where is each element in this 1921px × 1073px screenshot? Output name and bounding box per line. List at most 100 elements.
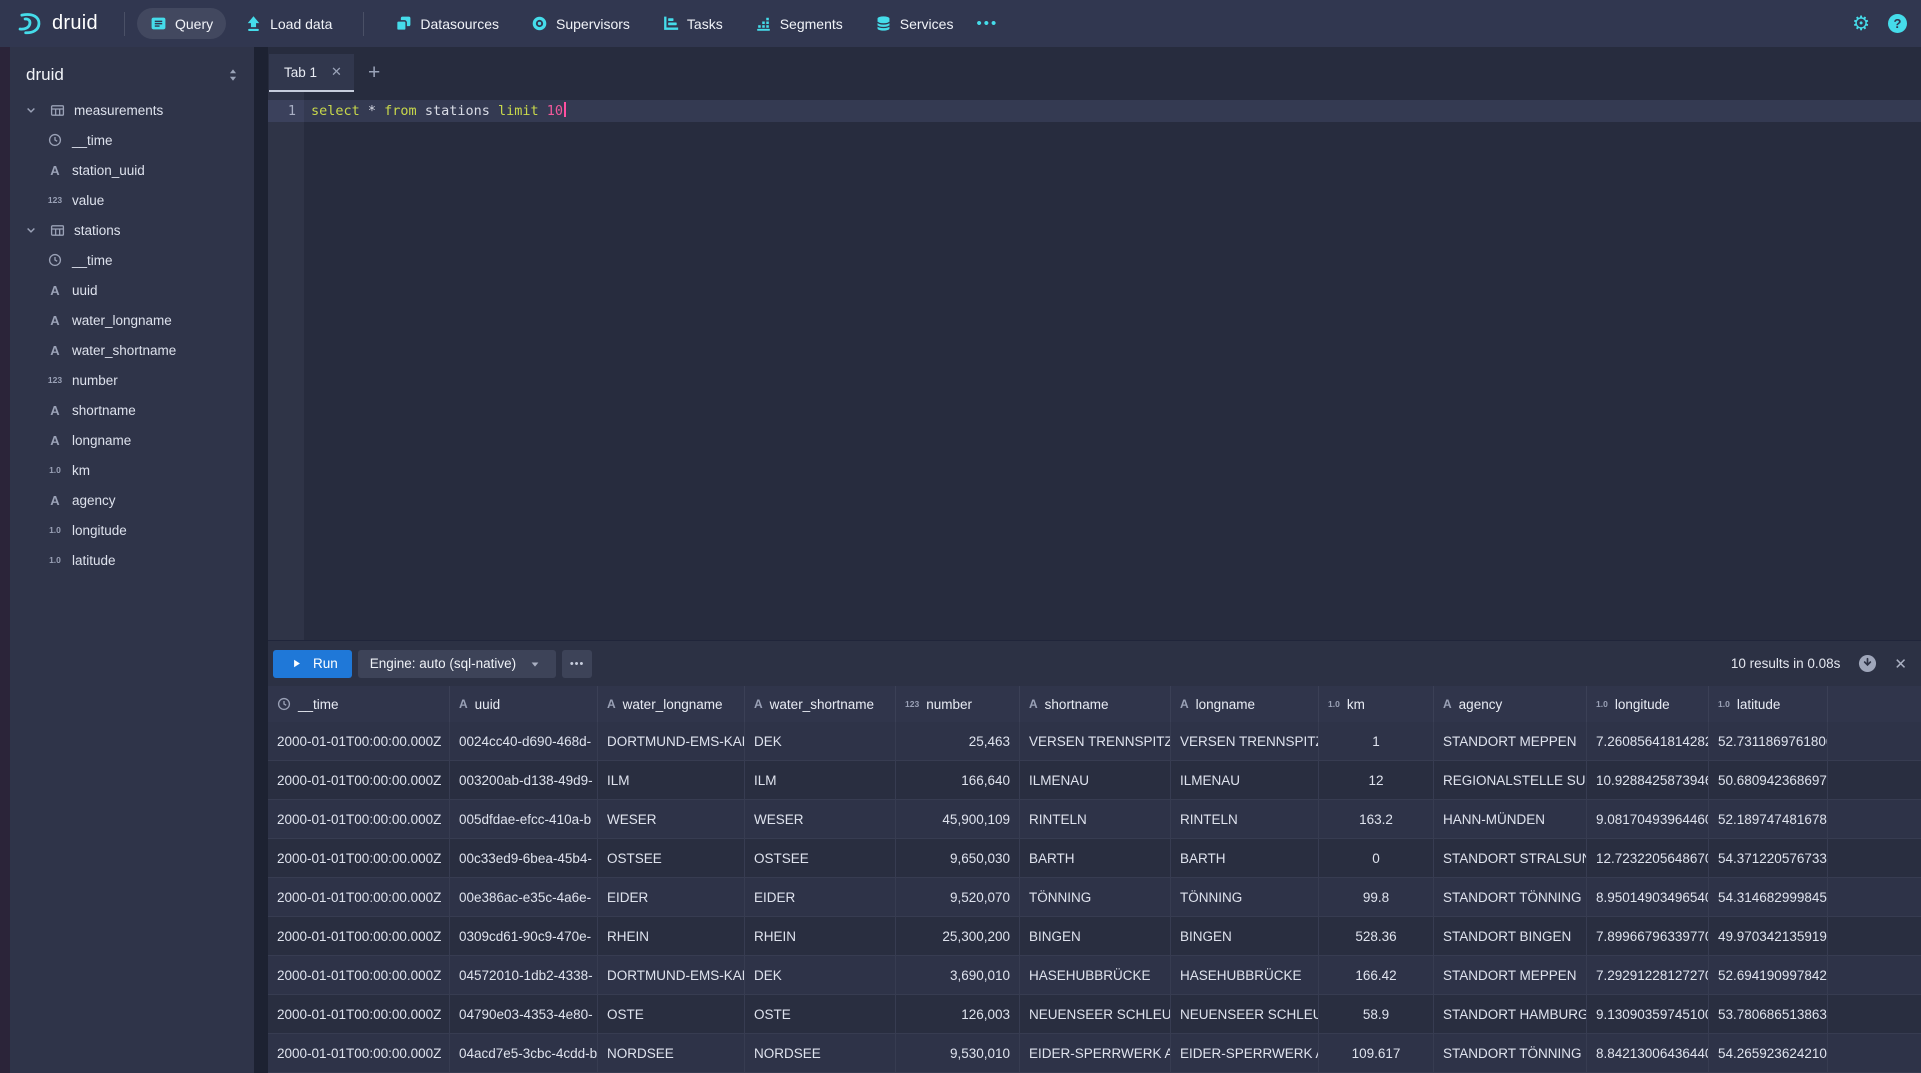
cell-latitude[interactable]: 53.7806865138635 bbox=[1709, 995, 1828, 1034]
column-header-km[interactable]: 1.0km bbox=[1319, 686, 1434, 722]
cell-__time[interactable]: 2000-01-01T00:00:00.000Z bbox=[268, 839, 450, 878]
tree-column-value[interactable]: 123value bbox=[10, 185, 254, 215]
download-icon[interactable] bbox=[1858, 654, 1877, 673]
cell-water_longname[interactable]: NORDSEE bbox=[598, 1034, 745, 1073]
cell-number[interactable]: 9,520,070 bbox=[896, 878, 1020, 917]
cell-km[interactable]: 1 bbox=[1319, 722, 1434, 761]
nav-item-segments[interactable]: Segments bbox=[742, 8, 856, 39]
cell-uuid[interactable]: 00c33ed9-6bea-45b4- bbox=[450, 839, 598, 878]
cell-uuid[interactable]: 0309cd61-90c9-470e- bbox=[450, 917, 598, 956]
cell-latitude[interactable]: 54.3712205767335 bbox=[1709, 839, 1828, 878]
chevron-down-icon[interactable] bbox=[22, 224, 40, 236]
column-header-uuid[interactable]: Auuid bbox=[450, 686, 598, 722]
nav-item-tasks[interactable]: Tasks bbox=[649, 8, 736, 39]
cell-__time[interactable]: 2000-01-01T00:00:00.000Z bbox=[268, 956, 450, 995]
cell-agency[interactable]: STANDORT MEPPEN bbox=[1434, 956, 1587, 995]
column-header-number[interactable]: 123number bbox=[896, 686, 1020, 722]
cell-water_longname[interactable]: DORTMUND-EMS-KANAL bbox=[598, 722, 745, 761]
cell-number[interactable]: 25,463 bbox=[896, 722, 1020, 761]
druid-brand[interactable]: druid bbox=[16, 10, 98, 37]
column-header-shortname[interactable]: Ashortname bbox=[1020, 686, 1171, 722]
column-header-agency[interactable]: Aagency bbox=[1434, 686, 1587, 722]
cell-latitude[interactable]: 54.3146829998455 bbox=[1709, 878, 1828, 917]
column-header-water_shortname[interactable]: Awater_shortname bbox=[745, 686, 896, 722]
tab-tab1[interactable]: Tab 1 ✕ bbox=[269, 54, 354, 92]
tree-column-number[interactable]: 123number bbox=[10, 365, 254, 395]
cell-km[interactable]: 109.617 bbox=[1319, 1034, 1434, 1073]
cell-water_shortname[interactable]: OSTSEE bbox=[745, 839, 896, 878]
cell-shortname[interactable]: EIDER-SPERRWERK AP bbox=[1020, 1034, 1171, 1073]
cell-agency[interactable]: STANDORT HAMBURG bbox=[1434, 995, 1587, 1034]
double-caret-sort-icon[interactable] bbox=[226, 68, 240, 82]
cell-agency[interactable]: REGIONALSTELLE SUHL bbox=[1434, 761, 1587, 800]
cell-longname[interactable]: EIDER-SPERRWERK AP bbox=[1171, 1034, 1319, 1073]
cell-water_longname[interactable]: RHEIN bbox=[598, 917, 745, 956]
column-header-longitude[interactable]: 1.0longitude bbox=[1587, 686, 1709, 722]
cell-__time[interactable]: 2000-01-01T00:00:00.000Z bbox=[268, 1034, 450, 1073]
cell-shortname[interactable]: HASEHUBBRÜCKE bbox=[1020, 956, 1171, 995]
cell-__time[interactable]: 2000-01-01T00:00:00.000Z bbox=[268, 995, 450, 1034]
cell-shortname[interactable]: ILMENAU bbox=[1020, 761, 1171, 800]
cell-longitude[interactable]: 7.26085641814282 bbox=[1587, 722, 1709, 761]
cell-water_longname[interactable]: DORTMUND-EMS-KANAL bbox=[598, 956, 745, 995]
cell-longname[interactable]: HASEHUBBRÜCKE bbox=[1171, 956, 1319, 995]
cell-latitude[interactable]: 49.9703421359195 bbox=[1709, 917, 1828, 956]
cell-uuid[interactable]: 04790e03-4353-4e80- bbox=[450, 995, 598, 1034]
cell-agency[interactable]: STANDORT TÖNNING bbox=[1434, 878, 1587, 917]
cell-uuid[interactable]: 04acd7e5-3cbc-4cdd-b bbox=[450, 1034, 598, 1073]
cell-uuid[interactable]: 04572010-1db2-4338- bbox=[450, 956, 598, 995]
cell-longname[interactable]: NEUENSEER SCHLEUSE bbox=[1171, 995, 1319, 1034]
chevron-down-icon[interactable] bbox=[22, 104, 40, 116]
cell-water_shortname[interactable]: DEK bbox=[745, 722, 896, 761]
cell-water_longname[interactable]: ILM bbox=[598, 761, 745, 800]
column-header-water_longname[interactable]: Awater_longname bbox=[598, 686, 745, 722]
editor-line-1[interactable]: 1 select * from stations limit 10 bbox=[268, 100, 1921, 122]
query-more-button[interactable]: ••• bbox=[562, 650, 592, 678]
cell-shortname[interactable]: BINGEN bbox=[1020, 917, 1171, 956]
cell-shortname[interactable]: RINTELN bbox=[1020, 800, 1171, 839]
nav-item-load-data[interactable]: Load data bbox=[232, 8, 345, 39]
cell-km[interactable]: 166.42 bbox=[1319, 956, 1434, 995]
tree-column-longitude[interactable]: 1.0longitude bbox=[10, 515, 254, 545]
cell-longname[interactable]: BINGEN bbox=[1171, 917, 1319, 956]
add-tab-button[interactable]: + bbox=[368, 54, 380, 92]
cell-number[interactable]: 126,003 bbox=[896, 995, 1020, 1034]
cell-water_shortname[interactable]: RHEIN bbox=[745, 917, 896, 956]
cell-longname[interactable]: TÖNNING bbox=[1171, 878, 1319, 917]
cell-longname[interactable]: BARTH bbox=[1171, 839, 1319, 878]
cell-__time[interactable]: 2000-01-01T00:00:00.000Z bbox=[268, 800, 450, 839]
cell-uuid[interactable]: 0024cc40-d690-468d- bbox=[450, 722, 598, 761]
cell-longitude[interactable]: 8.95014903496540 bbox=[1587, 878, 1709, 917]
engine-select[interactable]: Engine: auto (sql-native) bbox=[358, 650, 556, 678]
cell-water_longname[interactable]: WESER bbox=[598, 800, 745, 839]
nav-item-datasources[interactable]: Datasources bbox=[382, 8, 512, 39]
tree-column-water_shortname[interactable]: Awater_shortname bbox=[10, 335, 254, 365]
column-header-longname[interactable]: Alongname bbox=[1171, 686, 1319, 722]
cell-latitude[interactable]: 52.7311869761806 bbox=[1709, 722, 1828, 761]
cell-number[interactable]: 45,900,109 bbox=[896, 800, 1020, 839]
cell-number[interactable]: 9,650,030 bbox=[896, 839, 1020, 878]
cell-agency[interactable]: STANDORT TÖNNING bbox=[1434, 1034, 1587, 1073]
help-icon[interactable]: ? bbox=[1888, 14, 1907, 33]
cell-agency[interactable]: HANN-MÜNDEN bbox=[1434, 800, 1587, 839]
cell-km[interactable]: 0 bbox=[1319, 839, 1434, 878]
cell-uuid[interactable]: 003200ab-d138-49d9- bbox=[450, 761, 598, 800]
column-header-latitude[interactable]: 1.0latitude bbox=[1709, 686, 1828, 722]
cell-latitude[interactable]: 50.6809423686975 bbox=[1709, 761, 1828, 800]
cell-water_shortname[interactable]: ILM bbox=[745, 761, 896, 800]
nav-item-supervisors[interactable]: Supervisors bbox=[518, 8, 643, 39]
cell-shortname[interactable]: BARTH bbox=[1020, 839, 1171, 878]
cell-water_shortname[interactable]: NORDSEE bbox=[745, 1034, 896, 1073]
tree-table-stations[interactable]: stations bbox=[10, 215, 254, 245]
cell-longitude[interactable]: 9.13090359745100 bbox=[1587, 995, 1709, 1034]
cell-latitude[interactable]: 52.1897474816785 bbox=[1709, 800, 1828, 839]
close-results-icon[interactable]: ✕ bbox=[1894, 655, 1907, 673]
cell-water_shortname[interactable]: DEK bbox=[745, 956, 896, 995]
cell-water_longname[interactable]: OSTSEE bbox=[598, 839, 745, 878]
nav-more-button[interactable]: ••• bbox=[966, 15, 1008, 32]
cell-uuid[interactable]: 00e386ac-e35c-4a6e- bbox=[450, 878, 598, 917]
cell-km[interactable]: 163.2 bbox=[1319, 800, 1434, 839]
cell-longname[interactable]: ILMENAU bbox=[1171, 761, 1319, 800]
cell-__time[interactable]: 2000-01-01T00:00:00.000Z bbox=[268, 878, 450, 917]
cell-km[interactable]: 99.8 bbox=[1319, 878, 1434, 917]
